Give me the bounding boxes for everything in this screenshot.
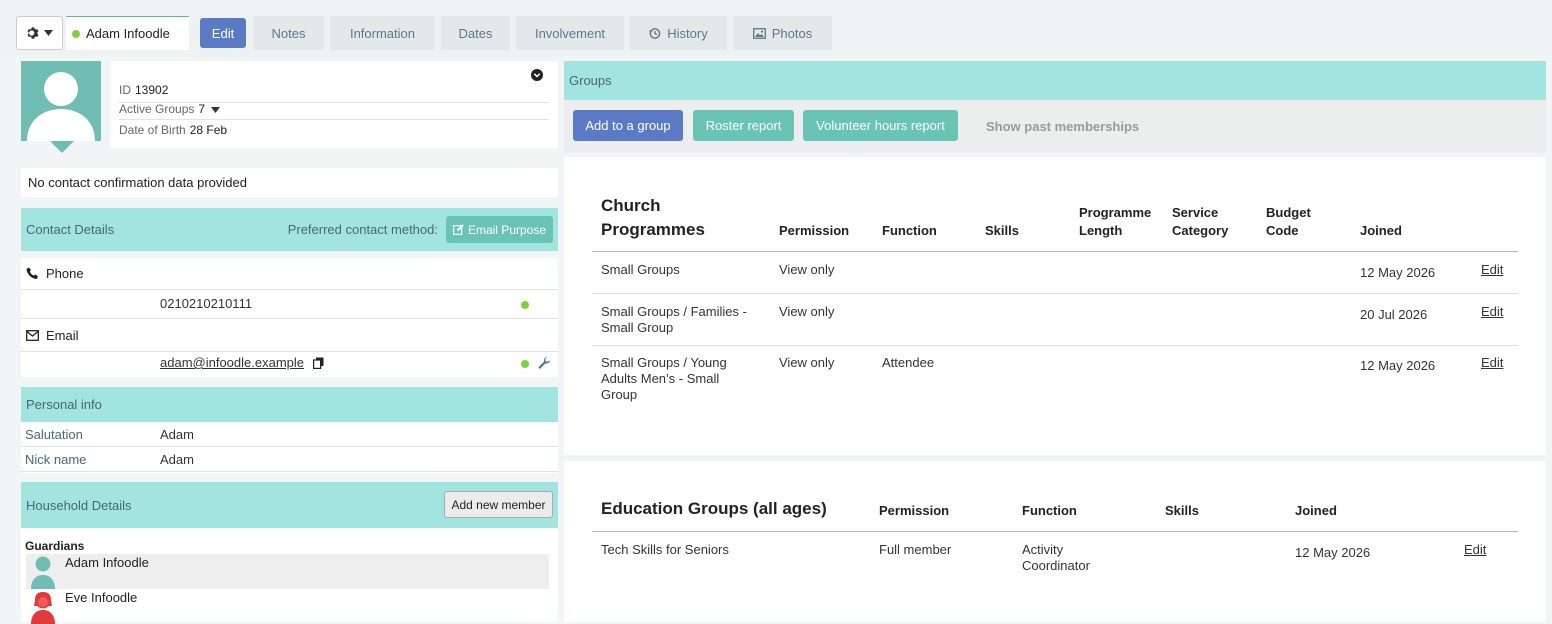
profile-dob-row: Date of Birth 28 Feb <box>119 123 228 137</box>
groups-header: Groups <box>564 61 1546 100</box>
gear-icon <box>27 27 39 39</box>
col-permission: Permission <box>779 223 850 238</box>
contact-details-header: Contact Details Preferred contact method… <box>21 208 558 251</box>
tab-involvement[interactable]: Involvement <box>516 16 624 50</box>
tab-dates[interactable]: Dates <box>441 16 510 50</box>
edit-link[interactable]: Edit <box>1481 304 1503 320</box>
wrench-icon[interactable] <box>538 357 551 370</box>
salutation-row: Salutation Adam <box>21 422 558 447</box>
col-joined: Joined <box>1360 223 1402 238</box>
col-service-category: Service Category <box>1172 205 1229 238</box>
contact-details-body: Phone 0210210210111 Email adam@infoodle.… <box>21 258 558 377</box>
add-new-member-button[interactable]: Add new member <box>444 491 553 518</box>
table-row: Small Groups / Young Adults Men’s - Small… <box>601 355 1504 402</box>
household-member-row[interactable]: Adam Infoodle <box>26 554 549 589</box>
edit-link[interactable]: Edit <box>1481 262 1503 278</box>
col-skills: Skills <box>985 223 1019 238</box>
table-row: Small Groups / Families - Small Group Vie… <box>601 304 1504 335</box>
col-skills: Skills <box>1165 503 1199 518</box>
phone-verified-dot <box>521 301 529 309</box>
email-row: adam@infoodle.example <box>21 352 558 377</box>
tab-photos[interactable]: Photos <box>733 16 832 50</box>
volunteer-hours-report-button[interactable]: Volunteer hours report <box>803 110 958 141</box>
church-programmes-title: Church Programmes <box>601 196 705 239</box>
household-details-header: Household Details Add new member <box>21 482 558 528</box>
household-member-row[interactable]: Eve Infoodle <box>26 589 549 624</box>
phone-row[interactable]: 0210210210111 <box>21 290 558 319</box>
profile-summary-card: ID 13902 Active Groups 7 Date of Birth 28 F… <box>110 61 558 148</box>
avatar-pointer <box>50 141 74 153</box>
education-groups-card: Education Groups (all ages) Permission F… <box>564 461 1546 622</box>
show-past-memberships-link[interactable]: Show past memberships <box>986 119 1139 134</box>
personal-info-header: Personal info <box>21 387 558 422</box>
edit-link[interactable]: Edit <box>1464 542 1486 558</box>
email-section-header: Email <box>21 319 558 352</box>
email-purpose-button[interactable]: Email Purpose <box>446 216 553 243</box>
tab-edit[interactable]: Edit <box>200 18 246 48</box>
email-address-link[interactable]: adam@infoodle.example <box>160 355 304 370</box>
person-name: Adam Infoodle <box>86 26 170 41</box>
copy-icon[interactable] <box>313 357 324 369</box>
education-groups-title: Education Groups (all ages) <box>601 499 827 518</box>
caret-down-icon <box>44 30 53 36</box>
edit-icon <box>452 224 464 235</box>
roster-report-button[interactable]: Roster report <box>693 110 794 141</box>
envelope-icon <box>26 329 39 341</box>
table-row: Tech Skills for Seniors Full member Acti… <box>601 542 1487 573</box>
image-icon <box>752 27 766 39</box>
settings-menu-button[interactable] <box>16 16 63 50</box>
phone-number: 0210210210111 <box>160 296 253 311</box>
chevron-circle-down-icon[interactable] <box>531 69 543 81</box>
col-programme-length: Programme Length <box>1079 205 1152 238</box>
avatar[interactable] <box>21 61 101 141</box>
edit-link[interactable]: Edit <box>1481 355 1503 371</box>
nickname-row: Nick name Adam <box>21 447 558 472</box>
online-status-dot <box>72 29 80 38</box>
col-budget-code: Budget Code <box>1266 205 1311 238</box>
phone-icon <box>26 267 38 279</box>
household-details-body: Guardians Adam Infoodle Eve Infoodle <box>21 528 558 624</box>
col-function: Function <box>1022 503 1077 518</box>
tab-information[interactable]: Information <box>330 16 435 50</box>
tab-notes[interactable]: Notes <box>253 16 324 50</box>
tab-history[interactable]: History <box>629 16 727 50</box>
profile-active-groups-row[interactable]: Active Groups 7 <box>119 102 549 120</box>
personal-info-body: Salutation Adam Nick name Adam <box>21 422 558 473</box>
person-name-tab[interactable]: Adam Infoodle <box>66 16 189 50</box>
profile-id-row: ID 13902 <box>119 83 549 103</box>
phone-section-header: Phone <box>21 258 558 290</box>
church-programmes-card: Church Programmes Permission Function Sk… <box>564 157 1546 455</box>
guardians-label: Guardians <box>25 539 85 553</box>
col-joined: Joined <box>1295 503 1337 518</box>
add-to-group-button[interactable]: Add to a group <box>573 110 683 141</box>
table-row: Small Groups View only 12 May 2026 Edit <box>601 262 1504 280</box>
caret-down-icon <box>211 107 221 113</box>
col-function: Function <box>882 223 937 238</box>
history-icon <box>649 27 661 39</box>
female-avatar-icon <box>31 592 55 624</box>
preferred-contact-label: Preferred contact method: <box>287 222 438 237</box>
contact-confirmation-message: No contact confirmation data provided <box>21 168 558 197</box>
person-silhouette-icon <box>27 72 95 141</box>
col-permission: Permission <box>879 503 950 518</box>
groups-toolbar: Add to a group Roster report Volunteer h… <box>564 100 1546 152</box>
email-verified-dot <box>521 360 529 368</box>
male-avatar-icon <box>31 556 55 589</box>
